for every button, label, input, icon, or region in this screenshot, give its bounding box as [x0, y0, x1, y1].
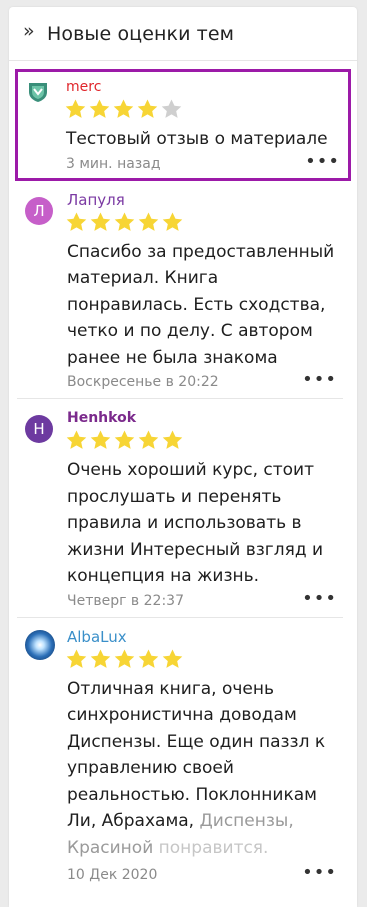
- review-item: Л Лапуля Спасибо за предоставленный мате…: [17, 181, 343, 399]
- review-text-faded-more: понравится.: [158, 837, 269, 858]
- star-filled-icon: [137, 99, 158, 118]
- review-time: 10 Дек 2020: [67, 867, 158, 883]
- widget-title: Новые оценки тем: [47, 22, 235, 45]
- star-filled-icon: [138, 649, 159, 668]
- star-filled-icon: [90, 430, 111, 449]
- review-item: AlbaLux Отличная книга, очень синхронист…: [17, 618, 343, 892]
- new-ratings-widget: » Новые оценки тем merc Тестовый отзыв о…: [9, 7, 357, 907]
- star-rating: [65, 429, 337, 453]
- avatar[interactable]: H: [25, 415, 53, 443]
- star-filled-icon: [90, 649, 111, 668]
- review-text: Отличная книга, очень синхронистична дов…: [67, 676, 337, 862]
- review-text-main: Отличная книга, очень синхронистична дов…: [67, 678, 326, 832]
- star-filled-icon: [66, 430, 87, 449]
- star-filled-icon: [66, 212, 87, 231]
- star-filled-icon: [162, 430, 183, 449]
- more-options-icon[interactable]: •••: [302, 371, 337, 389]
- star-filled-icon: [114, 430, 135, 449]
- star-filled-icon: [113, 99, 134, 118]
- star-filled-icon: [90, 212, 111, 231]
- avatar-letter: Л: [33, 201, 45, 220]
- more-options-icon[interactable]: •••: [302, 864, 337, 882]
- star-rating: [65, 648, 337, 672]
- review-author[interactable]: AlbaLux: [67, 628, 337, 646]
- review-author[interactable]: Лапуля: [67, 191, 337, 209]
- review-time: 3 мин. назад: [66, 155, 161, 172]
- star-filled-icon: [138, 212, 159, 231]
- review-time: Воскресенье в 20:22: [67, 374, 219, 390]
- review-text: Тестовый отзыв о материале: [66, 129, 328, 149]
- avatar-letter: H: [33, 420, 45, 438]
- star-filled-icon: [162, 212, 183, 231]
- collapse-chevron-icon[interactable]: »: [23, 22, 47, 41]
- star-rating: [65, 211, 337, 235]
- review-author[interactable]: Henhkok: [67, 409, 337, 427]
- review-item: H Henhkok Очень хороший курс, стоит прос…: [17, 399, 343, 618]
- star-filled-icon: [66, 649, 87, 668]
- star-rating: [64, 98, 340, 122]
- review-text: Спасибо за предоставленный материал. Кни…: [67, 241, 335, 368]
- star-filled-icon: [162, 649, 183, 668]
- shield-icon[interactable]: [26, 80, 50, 104]
- star-filled-icon: [114, 649, 135, 668]
- review-text: Очень хороший курс, стоит прослушать и п…: [67, 460, 324, 586]
- review-time: Четверг в 22:37: [67, 592, 184, 609]
- review-item: merc Тестовый отзыв о материале 3 мин. н…: [15, 69, 351, 181]
- star-filled-icon: [89, 99, 110, 118]
- star-filled-icon: [138, 430, 159, 449]
- avatar[interactable]: Л: [25, 196, 53, 225]
- more-options-icon[interactable]: •••: [302, 589, 337, 607]
- review-author[interactable]: merc: [66, 78, 340, 96]
- star-empty-icon: [161, 99, 182, 118]
- star-filled-icon: [65, 99, 86, 118]
- widget-header: » Новые оценки тем: [9, 7, 357, 61]
- star-filled-icon: [114, 212, 135, 231]
- more-options-icon[interactable]: •••: [305, 152, 340, 170]
- planet-avatar-icon[interactable]: [25, 629, 55, 660]
